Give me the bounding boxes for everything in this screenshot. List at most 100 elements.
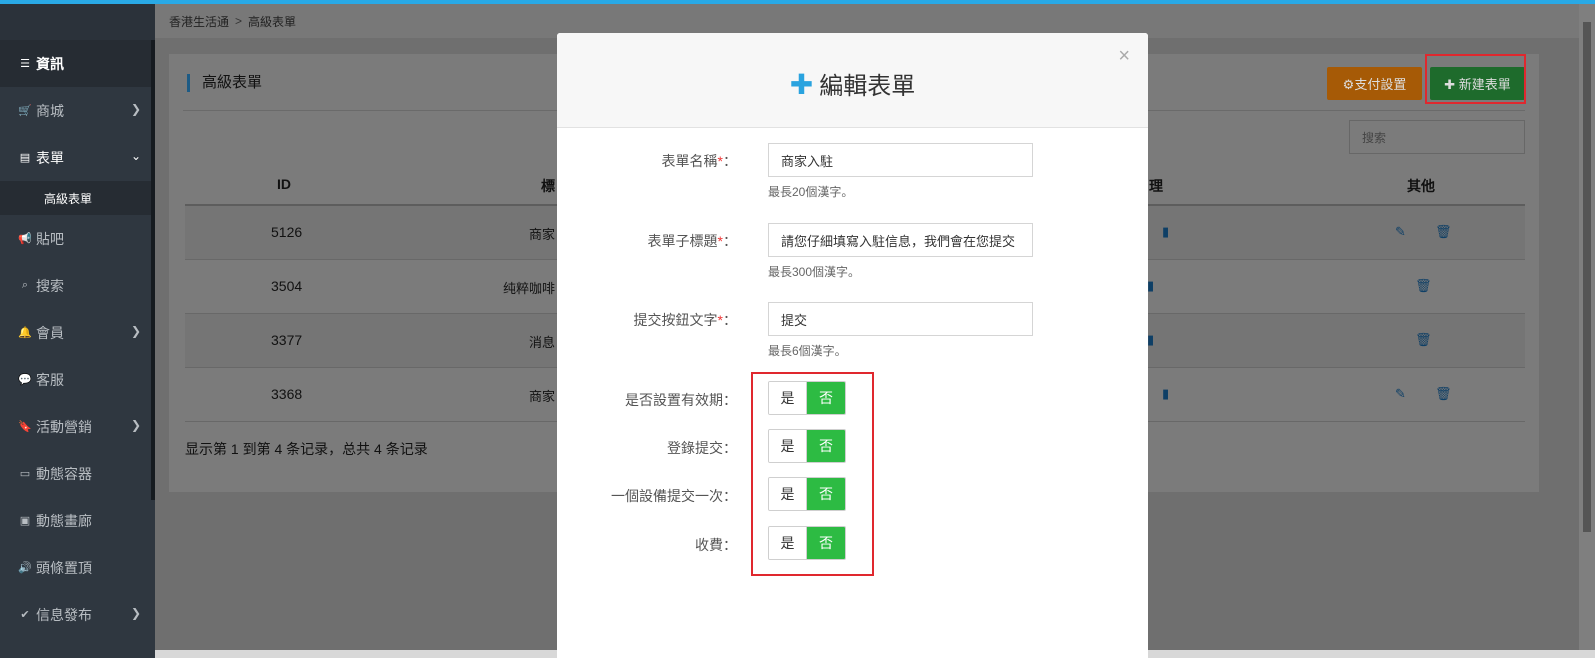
plus-icon: ✚ [789,69,814,100]
chevron-right-icon: ❯ [130,606,141,620]
list-icon: ☰ [20,58,30,70]
stats-icon[interactable]: ▮ [1147,332,1154,348]
page-title: 高級表單 [187,74,262,92]
sidebar-item-label: 搜索 [36,277,64,294]
stats-icon[interactable]: ▮ [1162,224,1169,240]
sidebar-item-label: 會員 [36,324,64,341]
sidebar-subitem-advanced-forms[interactable]: 高級表單 [0,181,155,215]
bookmark-icon: 🔖 [18,421,32,433]
trash-icon[interactable]: 🗑 [1435,224,1452,240]
column-header-manage: 理 [1149,178,1163,194]
sidebar-item-label: 活動營銷 [36,418,92,435]
trash-icon[interactable]: 🗑 [1415,332,1432,348]
sidebar-item-publish[interactable]: ✔ 信息發布 ❯ [0,591,155,638]
chevron-right-icon: ❯ [130,324,141,338]
column-header-other: 其他 [1407,178,1435,194]
sidebar-item-info[interactable]: ☰ 資訊 [0,40,155,87]
scrollbar-thumb[interactable] [1583,22,1591,532]
pagination-info: 显示第 1 到第 4 条记录，总共 4 条记录 [185,441,428,457]
payment-settings-button[interactable]: ⚙支付設置 [1327,67,1422,100]
sidebar-item-forms[interactable]: ▤ 表單 ⌄ [0,134,155,181]
sidebar-item-label: 貼吧 [36,230,64,247]
trash-icon[interactable]: 🗑 [1435,386,1452,402]
sidebar-item-members[interactable]: 🔔 會員 ❯ [0,309,155,356]
edit-icon[interactable]: ✎ [1395,224,1406,240]
form-name-label: 表單名稱*： [557,151,737,171]
breadcrumb-separator: > [235,14,243,28]
stats-icon[interactable]: ▮ [1162,386,1169,402]
sidebar-item-marketing[interactable]: 🔖 活動營銷 ❯ [0,403,155,450]
close-icon[interactable]: × [1118,45,1130,68]
sidebar-header [0,4,155,40]
sidebar-item-label: 動態畫廊 [36,512,92,529]
submit-text-help: 最長6個漢字。 [768,344,847,358]
edit-icon[interactable]: ✎ [1395,386,1406,402]
highlight-box [1425,54,1526,104]
expiry-toggle-label: 是否設置有效期： [625,392,737,408]
picture-icon: ▣ [19,515,31,527]
label-text: 表單子標題 [647,233,718,249]
sidebar-item-label: 頭條置頂 [36,559,92,576]
cell-id: 3368 [271,386,303,402]
breadcrumb-root[interactable]: 香港生活通 [169,13,229,30]
form-subtitle-label: 表單子標題*： [557,231,737,251]
modal-title: ✚ 編輯表單 [557,66,1148,101]
trash-icon[interactable]: 🗑 [1415,278,1432,294]
sidebar-item-label: 動態容器 [36,465,92,482]
label-colon: ： [723,312,737,328]
cell-id: 3377 [271,332,303,348]
modal-header: ✚ 編輯表單 × [557,33,1148,128]
column-header-id: ID [277,176,291,192]
charge-toggle-label: 收費： [695,537,737,553]
search-input[interactable]: 搜索 [1349,120,1525,154]
column-header-title: 標 [541,178,555,194]
sidebar-item-label: 表單 [36,149,64,166]
bell-icon: 🔔 [18,327,32,339]
comment-icon: 💬 [18,374,32,386]
sidebar-item-support[interactable]: 💬 客服 [0,356,155,403]
sidebar-item-label: 商城 [36,102,64,119]
modal-title-text: 編輯表單 [819,73,916,100]
cell-id: 3504 [271,278,303,294]
sidebar-item-search[interactable]: ⌕ 搜索 [0,262,155,309]
edit-form-modal: ✚ 編輯表單 × 表單名稱*： 商家入駐 最長20個漢字。 表單子標題*： 請您仔… [557,33,1148,658]
sidebar-item-forum[interactable]: 📢 貼吧 [0,215,155,262]
chevron-down-icon: ⌄ [130,149,141,163]
bullhorn-icon: 📢 [18,233,32,245]
cell-title: 商家 [529,227,556,242]
check-icon: ✔ [20,609,30,621]
highlight-box [751,372,874,576]
breadcrumb-current: 高級表單 [248,14,297,29]
volume-icon: 🔊 [18,562,32,574]
cell-title: 商家 [529,389,556,404]
cell-title: 消息 [529,335,556,350]
label-text: 提交按鈕文字 [633,312,718,328]
form-icon: ▤ [19,152,31,164]
search-icon: ⌕ [21,279,29,291]
cell-id: 5126 [271,224,303,240]
sidebar-item-label: 信息發布 [36,606,92,623]
page-scrollbar[interactable] [1579,4,1595,658]
chevron-right-icon: ❯ [130,102,141,116]
chevron-right-icon: ❯ [130,418,141,432]
form-subtitle-help: 最長300個漢字。 [768,265,861,279]
label-text: 表單名稱 [661,153,718,169]
hdd-icon: ▭ [19,468,31,480]
sidebar-item-headline[interactable]: 🔊 頭條置頂 [0,544,155,591]
form-name-help: 最長20個漢字。 [768,185,854,199]
sidebar-item-label: 資訊 [36,55,64,72]
submit-text-label: 提交按鈕文字*： [557,310,737,330]
form-name-input[interactable]: 商家入駐 [768,143,1033,177]
submit-text-input[interactable]: 提交 [768,302,1033,336]
sidebar-item-dynamic-container[interactable]: ▭ 動態容器 [0,450,155,497]
form-subtitle-input[interactable]: 請您仔細填寫入駐信息，我們會在您提交 [768,223,1033,257]
once-per-device-toggle-label: 一個設備提交一次： [611,488,737,504]
sidebar-item-gallery[interactable]: ▣ 動態畫廊 [0,497,155,544]
cart-icon: 🛒 [18,105,32,117]
sidebar-item-mall[interactable]: 🛒 商城 ❯ [0,87,155,134]
sidebar: ☰ 資訊 🛒 商城 ❯ ▤ 表單 ⌄ 高級表單 📢 貼吧 ⌕ 搜索 🔔 會員 ❯ 💬 客服 🔖… [0,4,155,658]
login-submit-toggle-label: 登錄提交： [667,440,737,456]
cell-title: 纯粹咖啡 [503,281,556,296]
stats-icon[interactable]: ▮ [1147,278,1154,294]
label-colon: ： [723,233,737,249]
